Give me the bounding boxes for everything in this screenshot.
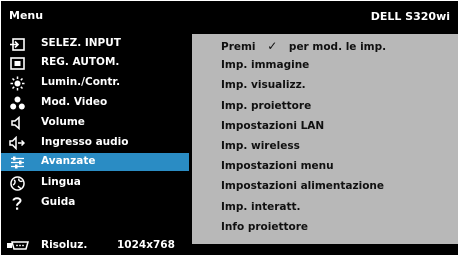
menu-item-audio-input[interactable]: Ingresso audio xyxy=(1,134,189,152)
osd-menu: Menu DELL S320wi SELEZ. INPUT REG. AUTOM… xyxy=(1,1,458,255)
submenu-item-menu-settings[interactable]: Impostazioni menu xyxy=(221,160,334,172)
brightness-icon xyxy=(9,75,25,91)
submenu-item-display-settings[interactable]: Imp. visualizz. xyxy=(221,79,306,91)
resolution-label: Risoluz. xyxy=(41,239,88,251)
checkmark-icon: ✓ xyxy=(267,39,278,53)
menu-item-advanced[interactable]: Avanzate xyxy=(1,153,189,171)
input-icon xyxy=(9,36,25,52)
video-connector-icon xyxy=(6,240,32,254)
menu-item-label: Mod. Video xyxy=(41,96,108,108)
submenu-item-interactive-settings[interactable]: Imp. interatt. xyxy=(221,201,301,213)
volume-icon xyxy=(9,115,25,131)
submenu-item-lan-settings[interactable]: Impostazioni LAN xyxy=(221,120,324,132)
menu-item-label: REG. AUTOM. xyxy=(41,56,120,68)
menu-item-label: Lumin./Contr. xyxy=(41,76,121,88)
menu-item-label: Avanzate xyxy=(41,155,96,167)
resolution-value: 1024x768 xyxy=(117,239,175,251)
menu-item-brightness-contrast[interactable]: Lumin./Contr. xyxy=(1,74,189,92)
submenu-item-projector-settings[interactable]: Imp. proiettore xyxy=(221,100,311,112)
advanced-submenu: Premi ✓ per mod. le imp. Imp. immagine I… xyxy=(192,34,458,244)
auto-adjust-icon xyxy=(9,55,25,71)
edit-hint-suffix: per mod. le imp. xyxy=(288,41,387,53)
menu-item-language[interactable]: Lingua xyxy=(1,174,189,192)
menu-item-label: Ingresso audio xyxy=(41,136,129,148)
globe-icon xyxy=(9,175,25,191)
menu-item-label: SELEZ. INPUT xyxy=(41,37,121,49)
video-mode-icon xyxy=(9,95,25,111)
menu-item-label: Volume xyxy=(41,116,85,128)
menu-item-help[interactable]: Guida xyxy=(1,194,189,212)
edit-hint: Premi ✓ per mod. le imp. xyxy=(221,39,386,53)
submenu-item-image-settings[interactable]: Imp. immagine xyxy=(221,59,309,71)
edit-hint-prefix: Premi xyxy=(221,41,256,53)
submenu-item-wireless-settings[interactable]: Imp. wireless xyxy=(221,140,300,152)
menu-item-video-mode[interactable]: Mod. Video xyxy=(1,94,189,112)
menu-item-input-select[interactable]: SELEZ. INPUT xyxy=(1,35,189,53)
menu-header: Menu DELL S320wi xyxy=(1,1,458,30)
advanced-settings-icon xyxy=(9,154,25,170)
help-icon xyxy=(9,195,25,211)
main-menu: SELEZ. INPUT REG. AUTOM. Lumin./Contr. M… xyxy=(1,33,191,223)
menu-title: Menu xyxy=(9,9,44,22)
submenu-item-projector-info[interactable]: Info proiettore xyxy=(221,221,308,233)
menu-item-label: Lingua xyxy=(41,176,81,188)
model-name: DELL S320wi xyxy=(370,10,450,23)
submenu-item-power-settings[interactable]: Impostazioni alimentazione xyxy=(221,180,384,192)
menu-item-auto-adjust[interactable]: REG. AUTOM. xyxy=(1,54,189,72)
resolution-status: Risoluz. 1024x768 xyxy=(1,237,191,255)
audio-input-icon xyxy=(9,135,25,151)
menu-item-label: Guida xyxy=(41,196,76,208)
menu-item-volume[interactable]: Volume xyxy=(1,114,189,132)
